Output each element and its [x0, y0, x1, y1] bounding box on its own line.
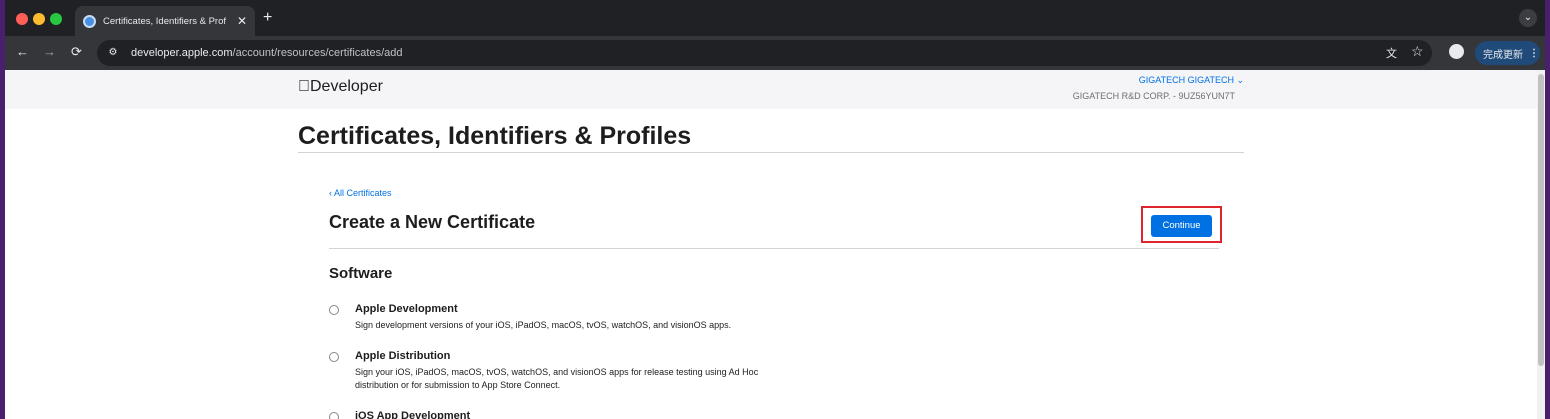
translate-icon[interactable]: 文 — [1386, 45, 1397, 61]
team-name: GIGATECH R&D CORP. - 9UZ56YUN7T — [1072, 91, 1235, 101]
url-host: developer.apple.com — [131, 47, 233, 59]
close-window-button[interactable] — [16, 13, 28, 25]
option-description: Sign development versions of your iOS, i… — [355, 320, 732, 330]
browser-toolbar: ← → ⟳ ⚙ developer.apple.com/account/reso… — [5, 36, 1545, 70]
tab-strip: Certificates, Identifiers & Prof ✕ + ⌄ — [5, 0, 1545, 36]
divider — [298, 152, 1244, 153]
update-button[interactable]: 完成更新 ⋮ — [1475, 41, 1540, 65]
update-label: 完成更新 — [1483, 49, 1523, 61]
address-bar[interactable]: ⚙ developer.apple.com/account/resources/… — [97, 40, 1432, 66]
scrollbar[interactable] — [1537, 70, 1545, 419]
section-title: Create a New Certificate — [329, 212, 536, 232]
forward-icon[interactable]: → — [43, 44, 56, 59]
apple-logo-icon:  — [298, 78, 310, 95]
account-menu[interactable]: GIGATECH GIGATECH ⌄ — [1139, 75, 1244, 86]
site-settings-icon[interactable]: ⚙ — [105, 45, 121, 61]
maximize-window-button[interactable] — [50, 13, 62, 25]
page-title: Certificates, Identifiers & Profiles — [298, 122, 692, 150]
scrollbar-thumb[interactable] — [1538, 74, 1544, 366]
option-title: Apple Development — [355, 303, 458, 315]
option-description-line-1: Sign your iOS, iPadOS, macOS, tvOS, watc… — [355, 367, 759, 377]
page-content: Developer GIGATECH GIGATECH ⌄ GIGATECH … — [5, 70, 1545, 419]
browser-window: Certificates, Identifiers & Prof ✕ + ⌄ ←… — [5, 0, 1545, 419]
option-title: iOS App Development — [355, 410, 471, 419]
developer-header: Developer GIGATECH GIGATECH ⌄ GIGATECH … — [5, 70, 1537, 109]
tab-search-button[interactable]: ⌄ — [1519, 9, 1537, 27]
divider — [329, 248, 1219, 249]
minimize-window-button[interactable] — [33, 13, 45, 25]
group-title-software: Software — [329, 265, 393, 282]
profile-avatar-icon[interactable] — [1449, 44, 1464, 59]
radio-button[interactable] — [329, 305, 339, 315]
developer-logo[interactable]: Developer — [298, 78, 383, 96]
close-tab-icon[interactable]: ✕ — [237, 14, 247, 28]
all-certificates-link[interactable]: ‹ All Certificates — [329, 188, 392, 198]
tab-title: Certificates, Identifiers & Prof — [103, 15, 227, 27]
url-path: /account/resources/certificates/add — [232, 47, 403, 59]
back-icon[interactable]: ← — [16, 44, 29, 59]
option-description: Sign your iOS, iPadOS, macOS, tvOS, watc… — [355, 366, 758, 392]
url-text[interactable]: developer.apple.com/account/resources/ce… — [131, 47, 403, 59]
more-menu-icon[interactable]: ⋮ — [1529, 48, 1539, 59]
radio-button[interactable] — [329, 352, 339, 362]
bookmark-star-icon[interactable]: ☆ — [1411, 43, 1424, 60]
logo-text: Developer — [298, 78, 383, 95]
option-description-line-2: distribution or for submission to App St… — [355, 380, 561, 390]
reload-icon[interactable]: ⟳ — [71, 44, 82, 60]
option-title: Apple Distribution — [355, 350, 451, 362]
new-tab-button[interactable]: + — [263, 9, 272, 27]
desktop-background-right — [1545, 0, 1550, 419]
radio-button[interactable] — [329, 412, 339, 419]
apple-developer-favicon-icon — [83, 14, 96, 28]
continue-button[interactable]: Continue — [1151, 215, 1212, 237]
tab-certificates[interactable]: Certificates, Identifiers & Prof ✕ — [75, 6, 255, 36]
